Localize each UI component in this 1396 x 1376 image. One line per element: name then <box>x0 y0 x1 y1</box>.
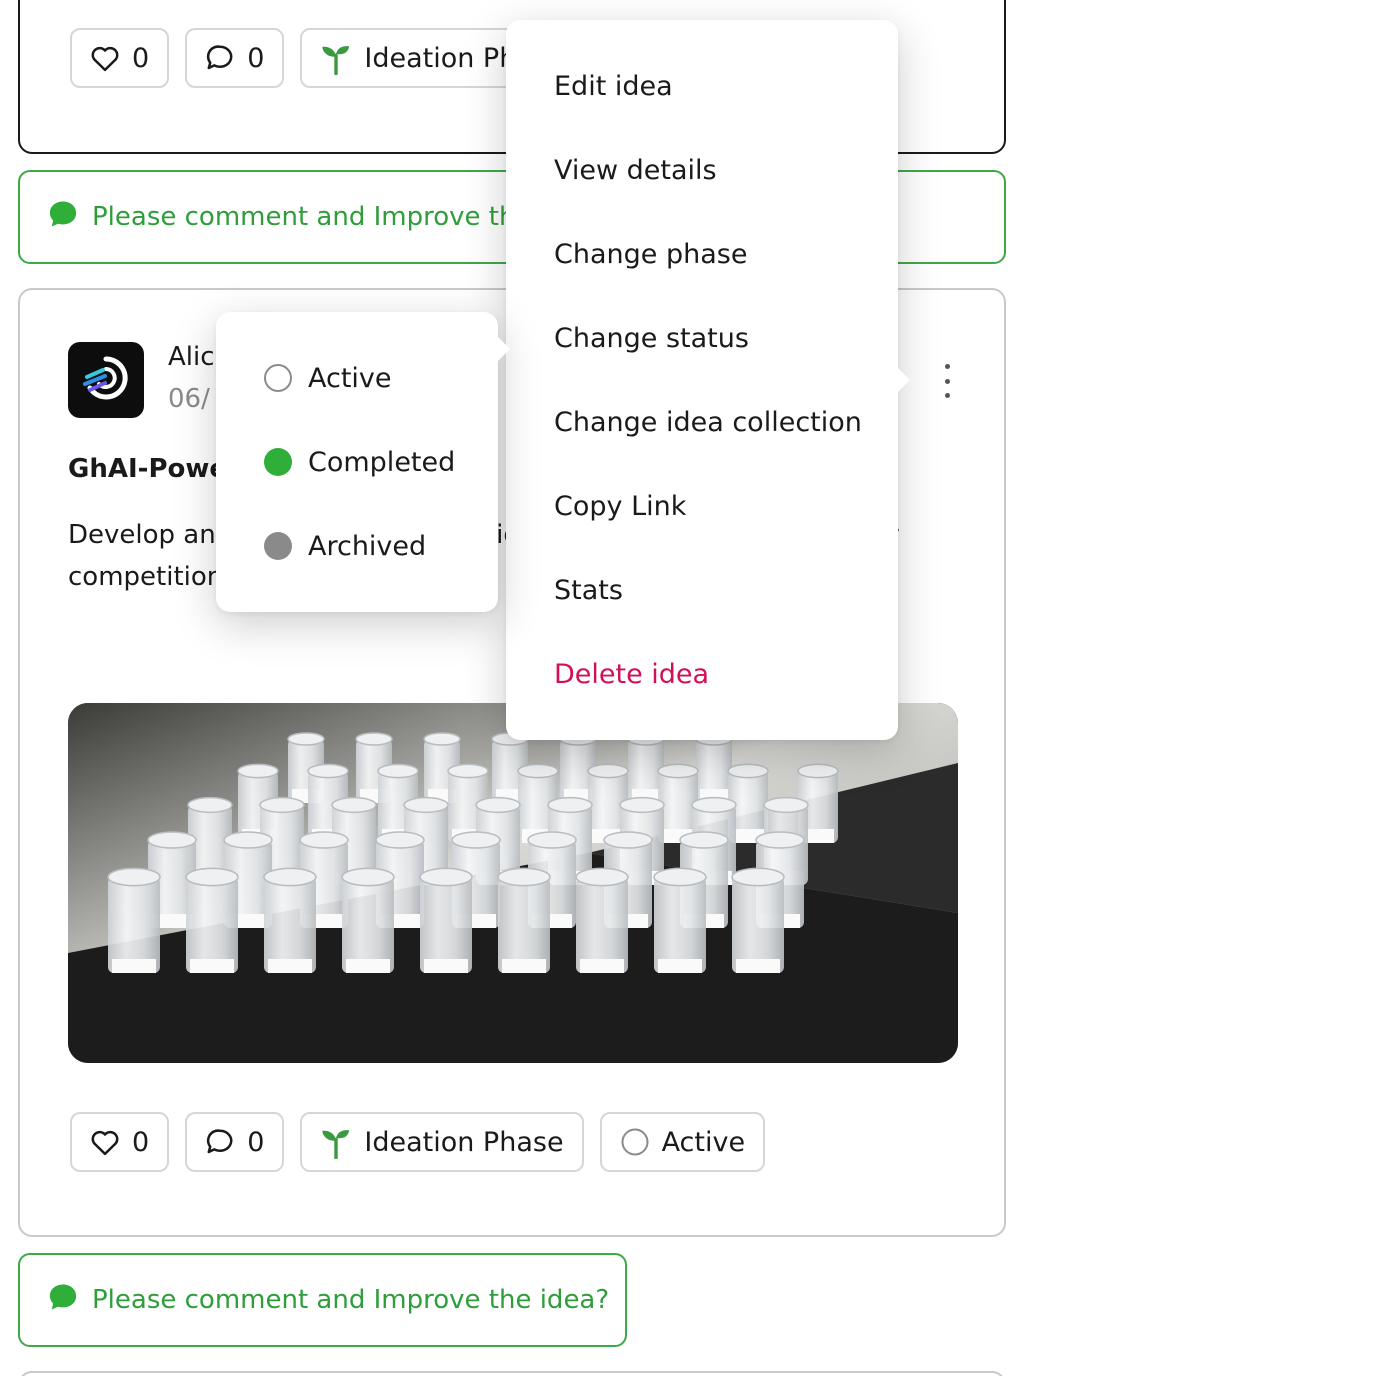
speech-bubble-icon <box>205 1127 235 1157</box>
status-option-completed[interactable]: Completed <box>216 420 498 504</box>
menu-pointer <box>897 367 910 393</box>
status-submenu: Active Completed Archived <box>216 312 510 612</box>
comment-count: 0 <box>247 42 265 74</box>
submenu-pointer <box>497 336 510 362</box>
idea-cover-image <box>68 703 958 1063</box>
menu-item-change-idea-collection[interactable]: Change idea collection <box>506 380 898 464</box>
chat-bubble-icon <box>48 200 78 235</box>
status-option-active[interactable]: Active <box>216 336 498 420</box>
heart-icon <box>90 1128 120 1156</box>
comment-prompt-text: Please comment and Improve the idea? <box>92 1285 610 1315</box>
comment-prompt-text: Please comment and Improve th <box>92 202 516 232</box>
menu-item-delete-idea[interactable]: Delete idea <box>506 632 898 716</box>
post-date: 06/ <box>168 384 210 414</box>
radio-gray-icon <box>264 532 292 560</box>
brand-logo-icon <box>81 353 131 407</box>
more-options-icon[interactable] <box>942 364 952 398</box>
idea-actions-menu: Edit idea View details Change phase Chan… <box>506 20 910 740</box>
phase-label: Ideation Ph <box>364 42 517 74</box>
menu-item-change-phase[interactable]: Change phase <box>506 212 898 296</box>
comment-count: 0 <box>247 1126 265 1158</box>
idea-actions: 0 0 Ideation Ph <box>70 28 537 88</box>
speech-bubble-icon <box>205 43 235 73</box>
idea-title[interactable]: GhAI-Powe <box>68 454 227 484</box>
menu-item-change-status[interactable]: Change status <box>506 296 898 380</box>
chat-bubble-icon <box>48 1283 78 1318</box>
like-count: 0 <box>132 42 150 74</box>
avatar[interactable] <box>68 342 144 418</box>
like-button[interactable]: 0 <box>70 28 170 88</box>
status-label: Active <box>661 1126 746 1158</box>
status-option-label: Completed <box>308 446 456 478</box>
radio-empty-icon <box>264 364 292 392</box>
sprout-icon <box>320 41 352 75</box>
status-button[interactable]: Active <box>599 1112 766 1172</box>
menu-item-stats[interactable]: Stats <box>506 548 898 632</box>
status-option-archived[interactable]: Archived <box>216 504 498 588</box>
status-option-label: Archived <box>308 530 427 562</box>
author-name[interactable]: Alic <box>168 342 215 372</box>
status-option-label: Active <box>308 362 392 394</box>
sprout-icon <box>320 1125 352 1159</box>
comment-prompt-banner[interactable]: Please comment and Improve the idea? <box>18 1253 627 1347</box>
ideas-feed: 0 0 Ideation Ph Please comment and Impro… <box>0 0 1396 1376</box>
comment-button[interactable]: 0 <box>185 1112 285 1172</box>
empty-circle-icon <box>620 1127 650 1157</box>
menu-item-copy-link[interactable]: Copy Link <box>506 464 898 548</box>
menu-item-view-details[interactable]: View details <box>506 128 898 212</box>
radio-selected-icon <box>264 448 292 476</box>
like-button[interactable]: 0 <box>70 1112 170 1172</box>
heart-icon <box>90 44 120 72</box>
phase-button[interactable]: Ideation Phase <box>300 1112 584 1172</box>
idea-actions: 0 0 Ideation Phase Active <box>70 1112 766 1172</box>
phase-button[interactable]: Ideation Ph <box>300 28 537 88</box>
phase-label: Ideation Phase <box>364 1126 564 1158</box>
like-count: 0 <box>132 1126 150 1158</box>
menu-item-edit-idea[interactable]: Edit idea <box>506 44 898 128</box>
idea-card-next <box>18 1371 1006 1376</box>
comment-button[interactable]: 0 <box>185 28 285 88</box>
